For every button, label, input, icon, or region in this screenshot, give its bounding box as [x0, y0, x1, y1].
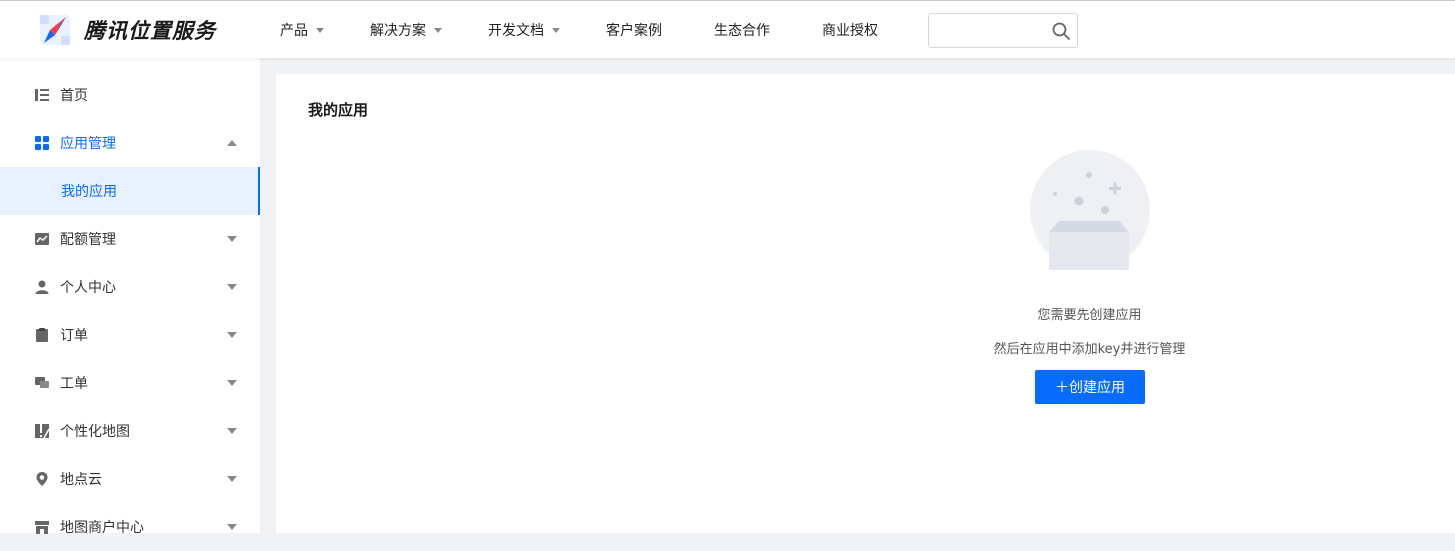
- create-app-button[interactable]: ＋创建应用: [1035, 370, 1145, 404]
- location-pin-icon: [36, 472, 48, 486]
- brand-name: 腾讯位置服务: [84, 19, 216, 43]
- clipboard-icon: [36, 328, 48, 342]
- sidebar: 首页 应用管理 我的应用 配额管理 个人中心 订单 工单 个性化地图 地点云 地…: [0, 58, 260, 536]
- chevron-down-icon: [227, 524, 237, 530]
- empty-state-message: 您需要先创建应用: [1037, 308, 1142, 323]
- map-style-icon: [35, 424, 50, 439]
- nav-label: 客户案例: [606, 23, 662, 39]
- chevron-down-icon: [227, 332, 237, 338]
- sidebar-item-label: 我的应用: [61, 184, 117, 200]
- sidebar-item-label: 个性化地图: [60, 424, 130, 440]
- sidebar-item-tickets[interactable]: 工单: [0, 359, 260, 407]
- main-content: 我的应用 您需要先创建应用 然后在应用中添加key并进行管理 ＋创建应用: [276, 74, 1455, 533]
- chat-icon: [35, 377, 49, 388]
- search-input[interactable]: [935, 18, 1045, 43]
- nav-ecosystem[interactable]: 生态合作: [714, 1, 770, 59]
- chevron-down-icon: [227, 476, 237, 482]
- sidebar-item-quota[interactable]: 配额管理: [0, 215, 260, 263]
- page-title: 我的应用: [308, 101, 369, 119]
- sidebar-item-custom-map[interactable]: 个性化地图: [0, 407, 260, 455]
- nav-label: 生态合作: [714, 23, 770, 39]
- sidebar-item-label: 个人中心: [60, 280, 116, 296]
- sidebar-item-label: 地图商户中心: [60, 520, 144, 536]
- chevron-down-icon: [434, 27, 442, 33]
- sidebar-item-personal-center[interactable]: 个人中心: [0, 263, 260, 311]
- sidebar-item-label: 应用管理: [60, 136, 116, 152]
- empty-box-illustration: [1030, 150, 1150, 270]
- chevron-down-icon: [552, 27, 560, 33]
- sidebar-subitem-my-apps[interactable]: 我的应用: [0, 167, 260, 215]
- sidebar-item-merchant-center[interactable]: 地图商户中心: [0, 503, 260, 551]
- sidebar-item-orders[interactable]: 订单: [0, 311, 260, 359]
- nav-label: 商业授权: [822, 23, 878, 39]
- nav-products[interactable]: 产品: [280, 1, 324, 59]
- chevron-down-icon: [227, 428, 237, 434]
- nav-docs[interactable]: 开发文档: [488, 1, 560, 59]
- nav-label: 产品: [280, 23, 308, 39]
- nav-cases[interactable]: 客户案例: [606, 1, 662, 59]
- chevron-down-icon: [316, 27, 324, 33]
- search-icon[interactable]: [1051, 21, 1071, 41]
- grid-icon: [35, 136, 49, 150]
- sidebar-item-label: 首页: [60, 88, 88, 104]
- top-navigation-bar: 腾讯位置服务 产品 解决方案 开发文档 客户案例 生态合作 商业授权: [0, 0, 1455, 58]
- sidebar-item-label: 配额管理: [60, 232, 116, 248]
- chart-icon: [35, 233, 49, 245]
- chevron-down-icon: [227, 236, 237, 242]
- sidebar-item-home[interactable]: 首页: [0, 71, 260, 119]
- nav-label: 开发文档: [488, 23, 544, 39]
- chevron-down-icon: [227, 380, 237, 386]
- chevron-up-icon: [227, 140, 237, 146]
- nav-solutions[interactable]: 解决方案: [370, 1, 442, 59]
- list-icon: [35, 89, 49, 101]
- sidebar-item-label: 地点云: [60, 472, 102, 488]
- compass-logo-icon: [40, 15, 70, 45]
- search-box: [928, 13, 1078, 48]
- nav-licensing[interactable]: 商业授权: [822, 1, 878, 59]
- empty-state-hint: 然后在应用中添加key并进行管理: [993, 342, 1186, 357]
- sidebar-item-app-management[interactable]: 应用管理: [0, 119, 260, 167]
- sidebar-item-label: 工单: [60, 376, 88, 392]
- sidebar-item-label: 订单: [60, 328, 88, 344]
- user-icon: [35, 280, 49, 294]
- nav-label: 解决方案: [370, 23, 426, 39]
- chevron-down-icon: [227, 284, 237, 290]
- brand-logo[interactable]: 腾讯位置服务: [38, 13, 216, 47]
- sidebar-item-place-cloud[interactable]: 地点云: [0, 455, 260, 503]
